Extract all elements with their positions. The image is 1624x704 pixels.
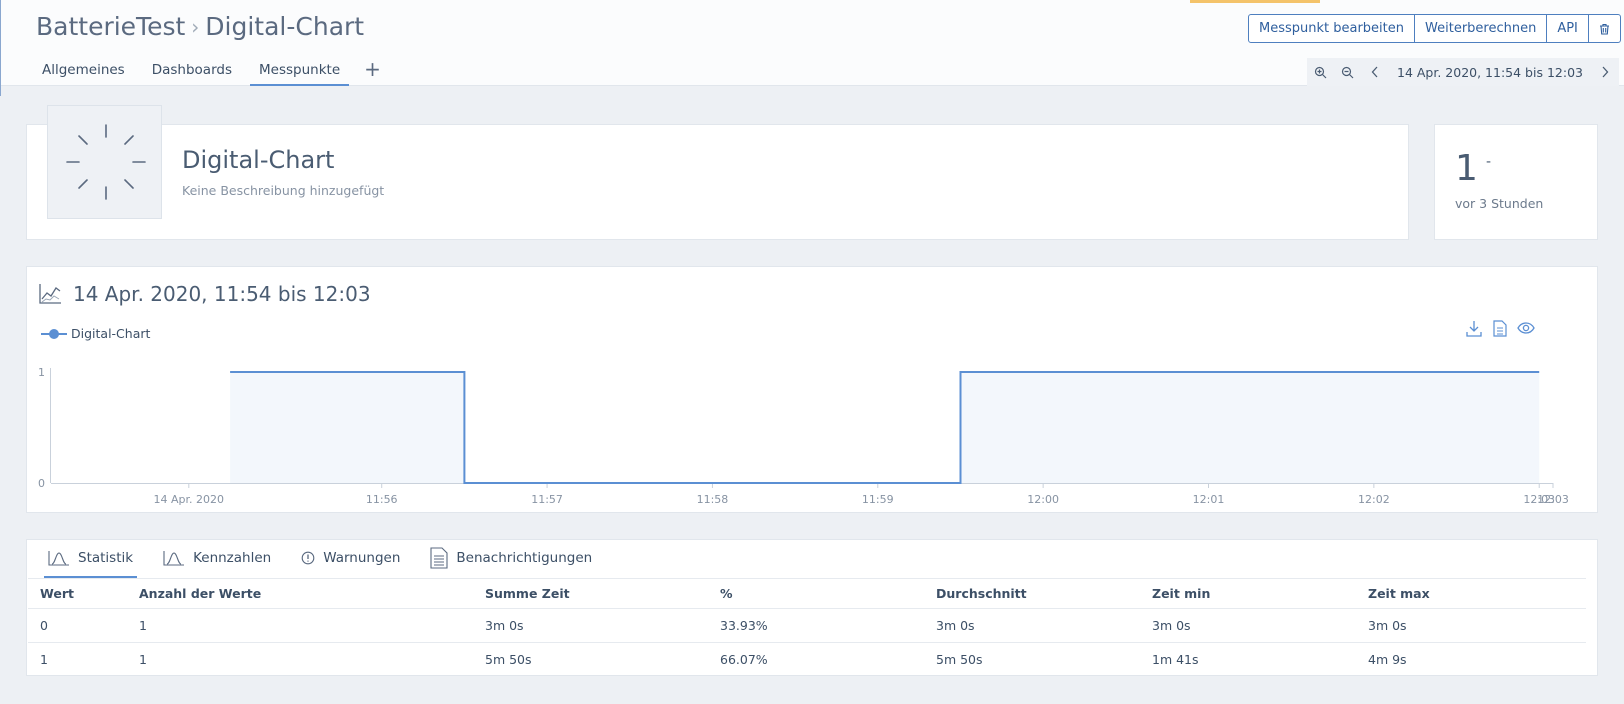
- time-navigation: 14 Apr. 2020, 11:54 bis 12:03: [1307, 58, 1619, 86]
- tab-messpunkte[interactable]: Messpunkte: [250, 56, 350, 86]
- x-tick-label: 11:59: [862, 493, 894, 506]
- column-header: Anzahl der Werte: [127, 578, 473, 609]
- trash-icon: [1599, 23, 1609, 35]
- x-tick-label: 11:56: [366, 493, 398, 506]
- tab-allgemeines[interactable]: Allgemeines: [33, 56, 134, 86]
- column-header: Summe Zeit: [473, 578, 708, 609]
- chart-plot[interactable]: 0 1 14 Apr. 2020 11:56 11:57 11:58 11:59 12:00 1…: [26, 355, 1598, 510]
- x-tick-label: 12:03: [1537, 493, 1569, 506]
- table-cell: 66.07%: [720, 652, 768, 668]
- x-tick-label: 14 Apr. 2020: [154, 493, 225, 506]
- breadcrumb: BatterieTest › Digital-Chart: [36, 12, 364, 41]
- table-cell: 3m 0s: [473, 608, 708, 643]
- zoom-in-icon: [1314, 66, 1327, 78]
- table-header-row: Wert Anzahl der Werte Summe Zeit % Durch…: [28, 578, 1586, 609]
- download-button[interactable]: [1465, 319, 1483, 337]
- main-tabs: Allgemeines Dashboards Messpunkte +: [33, 56, 387, 86]
- column-header: %: [708, 578, 924, 609]
- current-value: 1: [1455, 148, 1478, 189]
- add-tab-button[interactable]: +: [358, 57, 387, 81]
- delete-button[interactable]: [1589, 15, 1620, 42]
- tab-benachrichtigungen[interactable]: Benachrichtigungen: [426, 544, 596, 578]
- previous-range-button[interactable]: [1361, 58, 1388, 86]
- tab-warnungen[interactable]: Warnungen: [297, 544, 404, 578]
- table-row: 0 1 3m 0s 33.93% 3m 0s 3m 0s 3m 0s: [28, 608, 1586, 643]
- tab-kennzahlen-label: Kennzahlen: [193, 550, 272, 566]
- statistics-table: Wert Anzahl der Werte Summe Zeit % Durch…: [28, 578, 1586, 677]
- table-cell: 3m 0s: [1140, 608, 1356, 643]
- chart-title: 14 Apr. 2020, 11:54 bis 12:03: [73, 282, 371, 306]
- table-cell: 33.93%: [708, 608, 924, 643]
- statistics-tabs: Statistik Kennzahlen Warnungen Benachric…: [44, 544, 618, 578]
- api-button[interactable]: API: [1547, 15, 1589, 42]
- eye-icon: [1517, 322, 1535, 334]
- zoom-in-button[interactable]: [1307, 58, 1334, 86]
- x-tick-label: 12:00: [1027, 493, 1059, 506]
- tab-benachrichtigungen-label: Benachrichtigungen: [456, 550, 593, 566]
- zoom-out-icon: [1341, 66, 1354, 78]
- breadcrumb-separator: ›: [191, 14, 200, 39]
- column-header: Zeit min: [1140, 578, 1356, 609]
- tab-warnungen-label: Warnungen: [323, 550, 401, 566]
- tab-kennzahlen[interactable]: Kennzahlen: [159, 544, 275, 578]
- recalculate-button[interactable]: Weiterberechnen: [1415, 15, 1548, 42]
- breadcrumb-project[interactable]: BatterieTest: [36, 12, 185, 41]
- table-cell: 1m 41s: [1152, 652, 1199, 668]
- zoom-out-button[interactable]: [1334, 58, 1361, 86]
- next-range-button[interactable]: [1592, 58, 1619, 86]
- download-icon: [1466, 320, 1482, 337]
- export-document-button[interactable]: [1491, 319, 1509, 337]
- column-header: Zeit max: [1356, 578, 1586, 609]
- table-cell: 0: [28, 608, 127, 643]
- x-tick-label: 11:57: [531, 493, 563, 506]
- document-icon: [1493, 319, 1507, 337]
- table-cell: 5m 50s: [936, 652, 983, 668]
- document-icon: [430, 547, 448, 569]
- left-edge-indicator: [0, 0, 1, 96]
- tab-dashboards[interactable]: Dashboards: [143, 56, 241, 86]
- x-tick-label: 12:02: [1358, 493, 1390, 506]
- x-tick-label: 12:01: [1193, 493, 1225, 506]
- tab-statistik-label: Statistik: [78, 550, 134, 566]
- datapoint-description: Keine Beschreibung hinzugefügt: [182, 183, 385, 198]
- series-area: [230, 372, 1540, 483]
- table-cell: 5m 50s: [485, 652, 532, 668]
- last-update: vor 3 Stunden: [1455, 196, 1544, 211]
- accent-stripe: [1190, 0, 1320, 3]
- legend-marker: [41, 328, 67, 340]
- y-tick-label: 1: [38, 366, 45, 379]
- x-tick-label: 11:58: [697, 493, 729, 506]
- column-header: Durchschnitt: [924, 578, 1140, 609]
- edit-datapoint-button[interactable]: Messpunkt bearbeiten: [1249, 15, 1416, 42]
- table-cell: 4m 9s: [1368, 652, 1407, 668]
- page-title: Digital-Chart: [205, 12, 365, 41]
- table-cell: 3m 0s: [924, 608, 1140, 643]
- column-header: Wert: [28, 578, 127, 609]
- visibility-button[interactable]: [1517, 319, 1535, 337]
- y-tick-label: 0: [38, 477, 45, 490]
- tab-statistik[interactable]: Statistik: [44, 544, 138, 578]
- header-action-group: Messpunkt bearbeiten Weiterberechnen API: [1248, 14, 1621, 43]
- table-cell: 3m 0s: [1356, 608, 1586, 643]
- current-unit: -: [1486, 154, 1492, 170]
- chart-legend[interactable]: Digital-Chart: [41, 326, 150, 341]
- table-cell: 1: [139, 652, 147, 668]
- datapoint-name: Digital-Chart: [182, 146, 335, 174]
- warning-icon: [301, 551, 315, 565]
- loading-spinner-icon: [66, 124, 146, 200]
- table-row: 1 1 5m 50s 66.07% 5m 50s 1m 41s 4m 9s: [28, 643, 1586, 677]
- time-range-label[interactable]: 14 Apr. 2020, 11:54 bis 12:03: [1388, 58, 1592, 86]
- chevron-right-icon: [1603, 66, 1609, 78]
- distribution-icon: [163, 551, 185, 566]
- top-bar: BatterieTest › Digital-Chart Messpunkt b…: [0, 0, 1624, 96]
- chart-toolbar: [1465, 319, 1535, 337]
- legend-series-name: Digital-Chart: [71, 326, 151, 341]
- datapoint-info-card: [26, 124, 1409, 240]
- chevron-left-icon: [1371, 66, 1377, 78]
- table-cell: 1: [127, 608, 473, 643]
- line-chart-icon: [39, 284, 61, 304]
- datapoint-icon-box: [47, 105, 162, 219]
- distribution-icon: [48, 551, 69, 566]
- table-cell: 1: [40, 652, 48, 668]
